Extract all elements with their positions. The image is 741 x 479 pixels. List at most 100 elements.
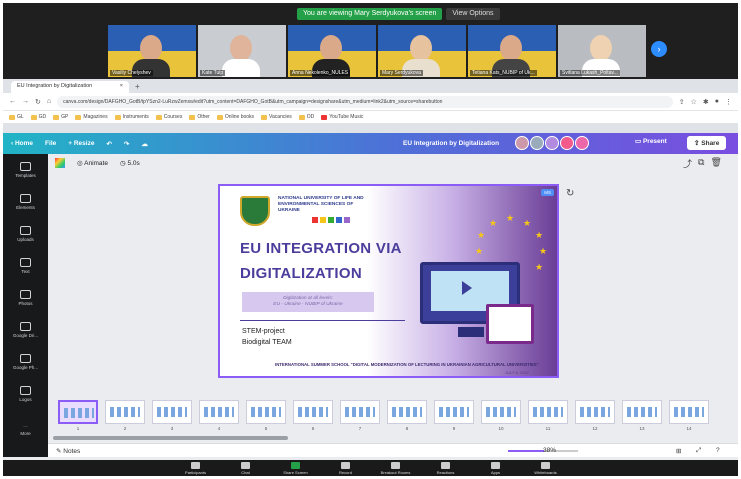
sidebar-item-photos[interactable]: Photos — [3, 290, 48, 306]
participant-tile[interactable]: Vasiliy Chelyshev — [108, 25, 196, 77]
bookmark[interactable]: GD — [30, 114, 46, 120]
text-icon — [20, 258, 31, 267]
bookmark[interactable]: OD — [298, 114, 314, 120]
bookmark[interactable]: Other — [189, 114, 210, 120]
sidebar-item-uploads[interactable]: Uploads — [3, 226, 48, 242]
home-button[interactable]: ‹ Home — [11, 140, 33, 147]
page-up-icon[interactable]: ⤴ — [683, 157, 692, 170]
record-button[interactable]: Record — [331, 460, 361, 476]
fullscreen-icon[interactable]: ⤢ — [696, 447, 701, 455]
present-button[interactable]: ▭ Present — [635, 137, 667, 145]
cloud-save-icon: ☁ — [141, 140, 148, 148]
sidebar-item-logos[interactable]: Logos — [3, 386, 48, 402]
chat-button[interactable]: Chat — [231, 460, 261, 476]
page-thumbnail[interactable] — [622, 400, 662, 424]
page-thumbnail[interactable] — [246, 400, 286, 424]
page-thumbnail[interactable] — [387, 400, 427, 424]
participants-button[interactable]: Participants — [181, 460, 211, 476]
share-page-icon[interactable]: ⇪ — [679, 98, 685, 106]
forward-icon[interactable]: → — [22, 98, 29, 105]
back-icon[interactable]: ← — [9, 98, 16, 105]
participant-tile[interactable]: Mary Serdyukova — [378, 25, 466, 77]
design-title[interactable]: EU Integration by Digitalization — [403, 140, 499, 147]
sidebar-item-elements[interactable]: Elements — [3, 194, 48, 210]
duplicate-page-icon[interactable]: ⧉ — [698, 157, 704, 170]
page-thumbnail[interactable] — [669, 400, 709, 424]
whiteboards-button[interactable]: Whiteboards — [531, 460, 561, 476]
slide-date: JULY 8, 2022 — [505, 370, 529, 375]
page-thumbnail[interactable] — [152, 400, 192, 424]
bookmark[interactable]: Vacancies — [261, 114, 292, 120]
page-thumbnail[interactable] — [434, 400, 474, 424]
resize-button[interactable]: + Resize — [68, 140, 94, 147]
file-menu[interactable]: File — [45, 140, 56, 147]
refresh-icon[interactable]: ↻ — [566, 188, 574, 199]
page-thumbnail[interactable] — [340, 400, 380, 424]
bookmark[interactable]: Courses — [155, 114, 182, 120]
sidebar-item-google-photos[interactable]: Google Ph... — [3, 354, 48, 370]
participant-tile[interactable]: Kate Tulp — [198, 25, 286, 77]
sidebar-item-templates[interactable]: Templates — [3, 162, 48, 178]
bookmark[interactable]: YouTube Music — [321, 114, 363, 120]
reactions-button[interactable]: Reactions — [431, 460, 461, 476]
new-tab-icon[interactable]: + — [135, 81, 140, 93]
redo-icon[interactable]: ↷ — [124, 140, 129, 148]
page-thumbnail[interactable] — [293, 400, 333, 424]
menu-dots-icon[interactable]: ⋮ — [725, 98, 732, 106]
bookmark[interactable]: GP — [53, 114, 68, 120]
extensions-icon[interactable]: ✱ — [703, 98, 709, 106]
canva-sidebar: Templates Elements Uploads Text Photos G… — [3, 154, 48, 457]
undo-icon[interactable]: ↶ — [106, 140, 111, 148]
delete-page-icon[interactable]: 🗑 — [710, 157, 721, 170]
breakout-rooms-button[interactable]: Breakout Rooms — [381, 460, 411, 476]
participant-tile[interactable]: Tetiana Kats_NUBIP of Uk... — [468, 25, 556, 77]
page-thumbnail[interactable] — [58, 400, 98, 424]
page-thumbnail[interactable] — [199, 400, 239, 424]
page-thumbnail[interactable] — [481, 400, 521, 424]
filmstrip-scrollbar[interactable] — [53, 436, 288, 440]
address-bar[interactable]: canva.com/design/DAFGHO_GotB/tpYSzn2-LuR… — [57, 95, 673, 108]
tab-bar: EU Integration by Digitalization × + — [3, 79, 738, 93]
share-screen-button[interactable]: Share Screen — [281, 460, 311, 476]
participant-name: Kate Tulp — [200, 70, 226, 76]
apps-button[interactable]: Apps — [481, 460, 511, 476]
bookmark[interactable]: Magazines — [75, 114, 108, 120]
color-picker-icon[interactable] — [55, 158, 65, 168]
page-thumbnail[interactable] — [105, 400, 145, 424]
participant-name: Svitlana Lukash_Poltav... — [560, 70, 620, 76]
participant-tile[interactable]: Svitlana Lukash_Poltav... — [558, 25, 646, 77]
notes-button[interactable]: ✎ Notes — [56, 447, 80, 455]
page-thumbnail[interactable] — [528, 400, 568, 424]
bookmark[interactable]: GL — [9, 114, 24, 120]
next-participants-arrow-icon[interactable]: › — [651, 41, 667, 57]
browser-tab[interactable]: EU Integration by Digitalization × — [11, 81, 129, 93]
page-number: 5 — [264, 426, 268, 431]
bookmark[interactable]: Instruments — [114, 114, 149, 120]
grid-view-icon[interactable]: ⊞ — [676, 447, 681, 455]
tab-title: EU Integration by Digitalization — [17, 83, 93, 89]
bookmark-star-icon[interactable]: ☆ — [691, 98, 697, 106]
view-options-button[interactable]: View Options — [446, 8, 500, 20]
sidebar-item-google-drive[interactable]: Google Dri... — [3, 322, 48, 338]
home-icon[interactable]: ⌂ — [47, 98, 51, 105]
animate-button[interactable]: ◎ Animate — [77, 159, 108, 167]
page-number: 4 — [217, 426, 221, 431]
profile-icon[interactable]: ● — [715, 98, 719, 105]
bookmarks-bar: GL GD GP Magazines Instruments Courses O… — [3, 110, 738, 123]
book-illustration-icon — [486, 304, 534, 344]
page-thumbnail[interactable] — [575, 400, 615, 424]
viewing-screen-label: You are viewing Mary Serdyukova's screen — [297, 8, 443, 20]
duration-button[interactable]: ◷ 5.0s — [120, 159, 140, 167]
bookmark[interactable]: Online books — [216, 114, 254, 120]
share-button[interactable]: ⇪ Share — [687, 136, 727, 150]
slide-canvas[interactable]: NATIONAL UNIVERSITY OF LIFE AND ENVIRONM… — [218, 184, 559, 378]
sidebar-item-more[interactable]: ··· More — [3, 424, 48, 436]
close-tab-icon[interactable]: × — [120, 83, 123, 91]
reload-icon[interactable]: ↻ — [35, 98, 41, 106]
sidebar-item-text[interactable]: Text — [3, 258, 48, 274]
divider — [240, 320, 405, 321]
zoom-level[interactable]: 38% — [543, 447, 556, 454]
collaborator-avatars[interactable] — [515, 136, 589, 150]
help-icon[interactable]: ? — [716, 447, 720, 454]
participant-tile[interactable]: Anna Nekolenko_NULES — [288, 25, 376, 77]
